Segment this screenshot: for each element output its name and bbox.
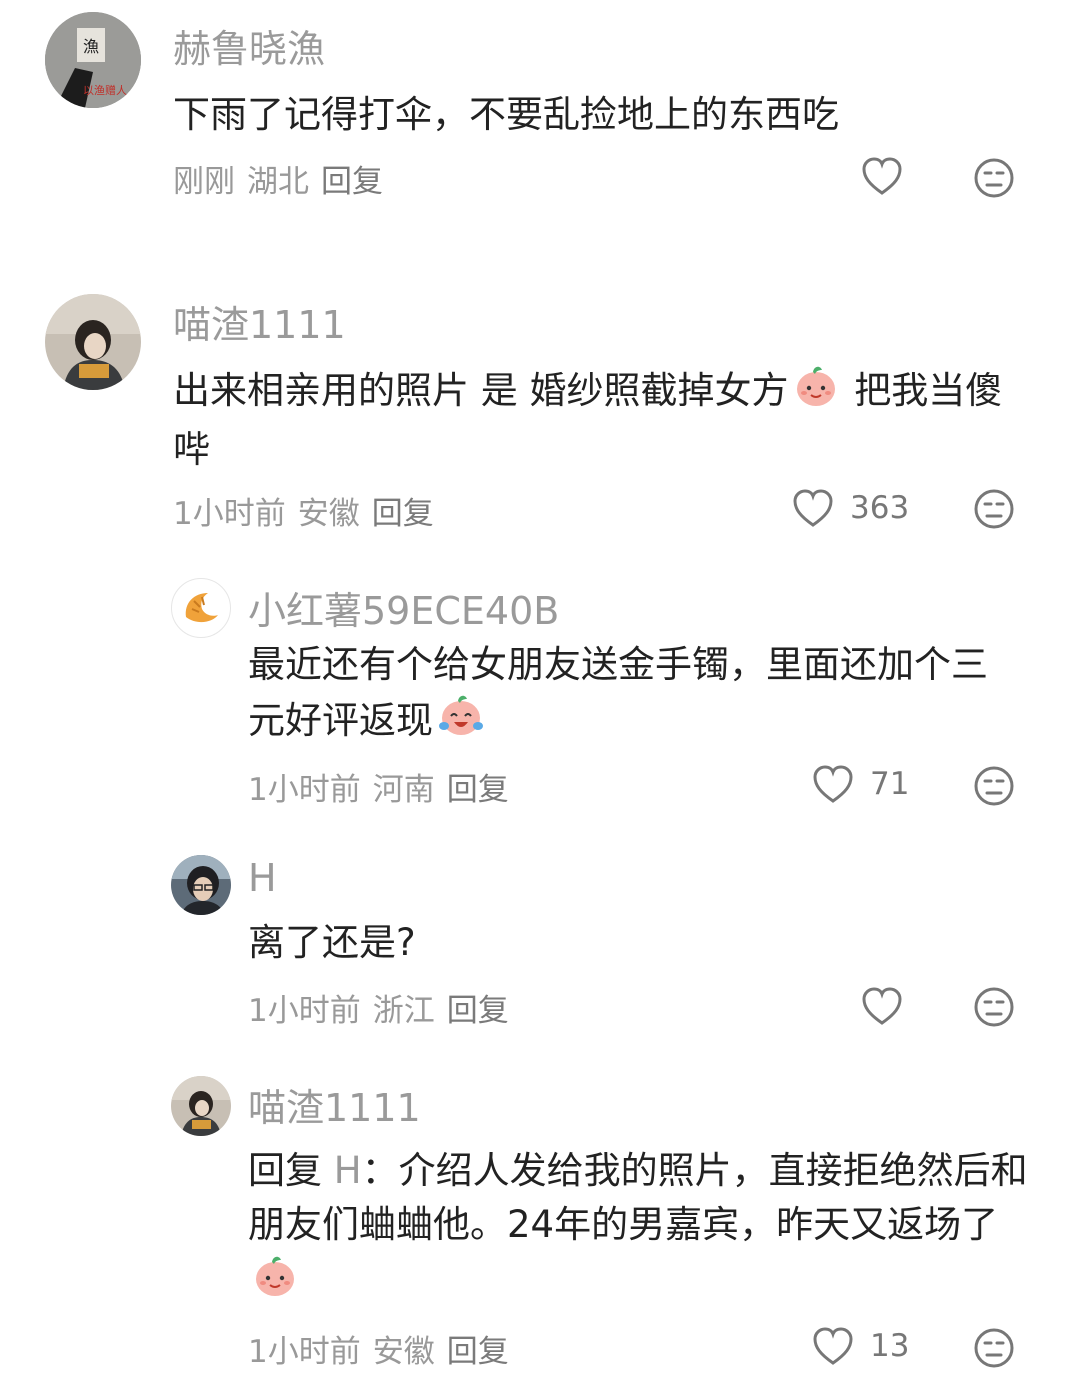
comment-meta: 1小时前 河南 回复 xyxy=(248,764,521,809)
neutral-face-icon xyxy=(974,987,1014,1027)
like-count: 363 xyxy=(850,490,910,526)
comment-text: 最近还有个给女朋友送金手镯，里面还加个三元好评返现 xyxy=(248,638,1018,753)
reply-button[interactable]: 回复 xyxy=(321,164,383,200)
dislike-button[interactable] xyxy=(973,488,1015,534)
smiling-peach-emoji xyxy=(252,1252,298,1313)
avatar[interactable] xyxy=(171,1076,231,1136)
comment-meta: 1小时前 安徽 回复 xyxy=(173,488,446,533)
timestamp: 1小时前 xyxy=(248,993,361,1029)
heart-icon xyxy=(813,765,853,803)
like-button[interactable]: 363 xyxy=(792,488,909,528)
croissant-icon xyxy=(185,593,218,623)
location: 浙江 xyxy=(372,993,435,1029)
neutral-face-icon xyxy=(974,1328,1014,1368)
username[interactable]: H xyxy=(248,856,277,900)
like-button[interactable] xyxy=(861,156,903,196)
username[interactable]: 喵渣1111 xyxy=(173,294,346,349)
avatar-glyph: 漁 xyxy=(83,37,99,56)
comment-text-part: 出来相亲用的照片 是 婚纱照截掉女方 xyxy=(173,369,789,412)
username[interactable]: 赫鲁晓漁 xyxy=(173,18,325,73)
location: 湖北 xyxy=(247,164,309,200)
reply-prefix: 回复 xyxy=(248,1149,322,1192)
dislike-button[interactable] xyxy=(973,157,1015,203)
comment-text: 下雨了记得打伞，不要乱捡地上的东西吃 xyxy=(173,93,839,136)
dislike-button[interactable] xyxy=(973,1327,1015,1373)
location: 安徽 xyxy=(297,496,360,532)
username[interactable]: 小红薯59ECE40B xyxy=(248,580,559,635)
reply-button[interactable]: 回复 xyxy=(447,772,509,808)
timestamp: 1小时前 xyxy=(173,496,286,532)
location: 河南 xyxy=(372,772,435,808)
comment-text: 出来相亲用的照片 是 婚纱照截掉女方 把我当傻哔 xyxy=(173,362,1033,477)
smiling-peach-emoji xyxy=(793,362,839,423)
crying-laughing-peach-emoji xyxy=(437,692,485,753)
avatar-signature: 以渔赠人 xyxy=(83,83,127,97)
dislike-button[interactable] xyxy=(973,986,1015,1032)
avatar[interactable]: 漁 以渔赠人 xyxy=(45,12,141,108)
timestamp: 1小时前 xyxy=(248,772,361,808)
location: 安徽 xyxy=(372,1334,435,1370)
avatar[interactable] xyxy=(45,294,141,390)
neutral-face-icon xyxy=(974,766,1014,806)
heart-icon xyxy=(862,987,902,1025)
avatar[interactable] xyxy=(171,855,231,915)
reply-button[interactable]: 回复 xyxy=(447,993,509,1029)
heart-icon xyxy=(793,489,833,527)
timestamp: 1小时前 xyxy=(248,1334,361,1370)
mention-username[interactable]: H xyxy=(334,1149,362,1192)
comment-meta: 1小时前 浙江 回复 xyxy=(248,985,521,1030)
comment-text-part: 最近还有个给女朋友送金手镯，里面还加个三元好评返现 xyxy=(248,643,988,742)
reply-button[interactable]: 回复 xyxy=(447,1334,509,1370)
timestamp: 刚刚 xyxy=(173,164,235,200)
like-button[interactable]: 13 xyxy=(812,1326,909,1366)
neutral-face-icon xyxy=(974,158,1014,198)
heart-icon xyxy=(862,157,902,195)
like-button[interactable] xyxy=(861,986,903,1026)
neutral-face-icon xyxy=(974,489,1014,529)
like-button[interactable]: 71 xyxy=(812,764,909,804)
like-count: 71 xyxy=(870,766,910,802)
heart-icon xyxy=(813,1327,853,1365)
dislike-button[interactable] xyxy=(973,765,1015,811)
comment-meta: 1小时前 安徽 回复 xyxy=(248,1326,521,1371)
comment-text: 离了还是? xyxy=(248,921,416,964)
like-count: 13 xyxy=(870,1328,910,1364)
username[interactable]: 喵渣1111 xyxy=(248,1077,421,1132)
reply-button[interactable]: 回复 xyxy=(372,496,434,532)
avatar[interactable] xyxy=(171,578,231,638)
comment-text: 回复 H：介绍人发给我的照片，直接拒绝然后和朋友们蛐蛐他。24年的男嘉宾，昨天又… xyxy=(248,1144,1028,1313)
comment-meta: 刚刚 湖北 回复 xyxy=(173,156,395,201)
comment-text-part: ：介绍人发给我的照片，直接拒绝然后和朋友们蛐蛐他。24年的男嘉宾，昨天又返场了 xyxy=(248,1149,1028,1246)
